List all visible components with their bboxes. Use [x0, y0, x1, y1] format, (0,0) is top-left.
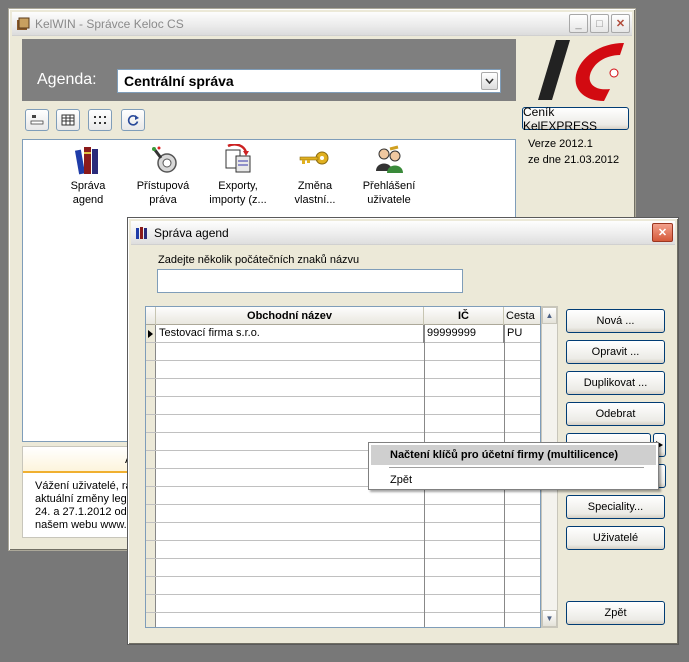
dialog-titlebar[interactable]: Správa agend ✕	[131, 221, 675, 245]
details-view-button[interactable]	[56, 109, 80, 131]
agenda-item-label-2: importy (z...	[209, 194, 267, 206]
menu-item-nacteni-klicu[interactable]: Načtení klíčů pro účetní firmy (multilic…	[371, 445, 656, 465]
news-line: aktuální změny legis	[35, 493, 135, 505]
odebrat-button[interactable]: Odebrat	[566, 402, 665, 426]
main-close-button[interactable]: ✕	[611, 14, 630, 33]
speciality-button[interactable]: Speciality...	[566, 495, 665, 519]
table-row-empty	[146, 379, 540, 397]
export-import-icon	[198, 143, 278, 177]
header-indicator	[146, 307, 156, 325]
lock-keys-icon	[123, 143, 203, 177]
table-row-empty	[146, 505, 540, 523]
table-row-empty	[146, 361, 540, 379]
agenda-item-label-1: Změna	[297, 180, 333, 192]
dialog-title: Správa agend	[154, 225, 229, 240]
books-icon	[134, 225, 150, 241]
small-icons-view-button[interactable]	[88, 109, 112, 131]
agenda-item-sprava-agend[interactable]: Správa agend	[48, 143, 128, 207]
nova-button[interactable]: Nová ...	[566, 309, 665, 333]
agenda-select[interactable]: Centrální správa	[117, 69, 501, 93]
version-date-text: ze dne 21.03.2012	[528, 154, 620, 166]
menu-separator	[389, 467, 644, 468]
agenda-item-label-1: Přehlášení	[362, 180, 416, 192]
version-text: Verze 2012.1	[528, 138, 593, 150]
search-label: Zadejte několik počátečních znaků názvu	[158, 254, 360, 266]
chevron-down-icon[interactable]	[481, 72, 498, 90]
agenda-item-exporty-importy[interactable]: Exporty, importy (z...	[198, 143, 278, 207]
scroll-up-arrow-icon[interactable]: ▲	[542, 307, 557, 324]
kelexpress-logo	[528, 35, 628, 105]
dialog-close-button[interactable]: ✕	[652, 223, 673, 242]
agenda-item-prehlaseni-uzivatele[interactable]: Přehlášení uživatele	[349, 143, 429, 207]
news-line: Vážení uživatelé, rá	[35, 480, 132, 492]
news-header: A	[23, 447, 133, 473]
agenda-item-zmena-vlastni[interactable]: Změna vlastní...	[275, 143, 355, 207]
table-row-empty	[146, 343, 540, 361]
agenda-item-label-1: Exporty,	[218, 180, 258, 192]
table-header: Obchodní název IČ Cesta	[146, 307, 540, 325]
scroll-down-arrow-icon[interactable]: ▼	[542, 610, 557, 627]
context-menu: Načtení klíčů pro účetní firmy (multilic…	[368, 442, 659, 490]
table-row-empty	[146, 577, 540, 595]
agenda-item-pristupova-prava[interactable]: Přístupová práva	[123, 143, 203, 207]
minimize-button[interactable]: _	[569, 14, 588, 33]
key-icon	[275, 143, 355, 177]
agenda-item-label-2: vlastní...	[294, 194, 336, 206]
main-titlebar[interactable]: KelWIN - Správce Keloc CS _ □ ✕	[12, 12, 632, 36]
column-header-path[interactable]: Cesta	[504, 307, 540, 325]
agenda-item-label-2: práva	[149, 194, 177, 206]
table-row-empty	[146, 415, 540, 433]
news-line: našem webu www.k	[35, 519, 133, 531]
table-row-empty	[146, 523, 540, 541]
news-panel: A Vážení uživatelé, rá aktuální změny le…	[22, 446, 135, 538]
main-window-title: KelWIN - Správce Keloc CS	[35, 16, 184, 31]
refresh-icon[interactable]	[121, 109, 145, 131]
column-header-name[interactable]: Obchodní název	[156, 307, 424, 325]
current-row-arrow-icon	[148, 330, 153, 338]
table-row[interactable]: Testovací firma s.r.o. 99999999 PU	[146, 325, 540, 343]
table-row-empty	[146, 559, 540, 577]
cell-name: Testovací firma s.r.o.	[156, 325, 424, 343]
cell-path: PU	[507, 327, 523, 339]
search-input[interactable]	[157, 269, 463, 293]
column-header-ic[interactable]: IČ	[424, 307, 504, 325]
opravit-button[interactable]: Opravit ...	[566, 340, 665, 364]
books-icon	[48, 143, 128, 177]
agenda-item-label-2: uživatele	[367, 194, 411, 206]
zpet-button[interactable]: Zpět	[566, 601, 665, 625]
table-row-empty	[146, 595, 540, 613]
agenda-select-value: Centrální správa	[124, 73, 234, 89]
agenda-item-label-2: agend	[72, 194, 104, 206]
cenik-kelexpress-button[interactable]: Ceník KelEXPRESS	[522, 105, 629, 133]
cell-ic: 99999999	[424, 325, 504, 343]
agenda-item-label-1: Správa	[70, 180, 106, 192]
agenda-label: Agenda:	[37, 71, 97, 88]
table-row-empty	[146, 397, 540, 415]
table-row-empty	[146, 541, 540, 559]
maximize-button[interactable]: □	[590, 14, 609, 33]
duplikovat-button[interactable]: Duplikovat ...	[566, 371, 665, 395]
news-line: 24. a 27.1.2012 od	[35, 506, 127, 518]
agenda-item-label-1: Přístupová	[136, 180, 190, 192]
large-icons-view-button[interactable]	[25, 109, 49, 131]
table-row-empty	[146, 613, 540, 627]
kelwin-app-icon	[15, 16, 31, 32]
users-switch-icon	[349, 143, 429, 177]
uzivatele-button[interactable]: Uživatelé	[566, 526, 665, 550]
menu-item-zpet[interactable]: Zpět	[371, 470, 656, 490]
